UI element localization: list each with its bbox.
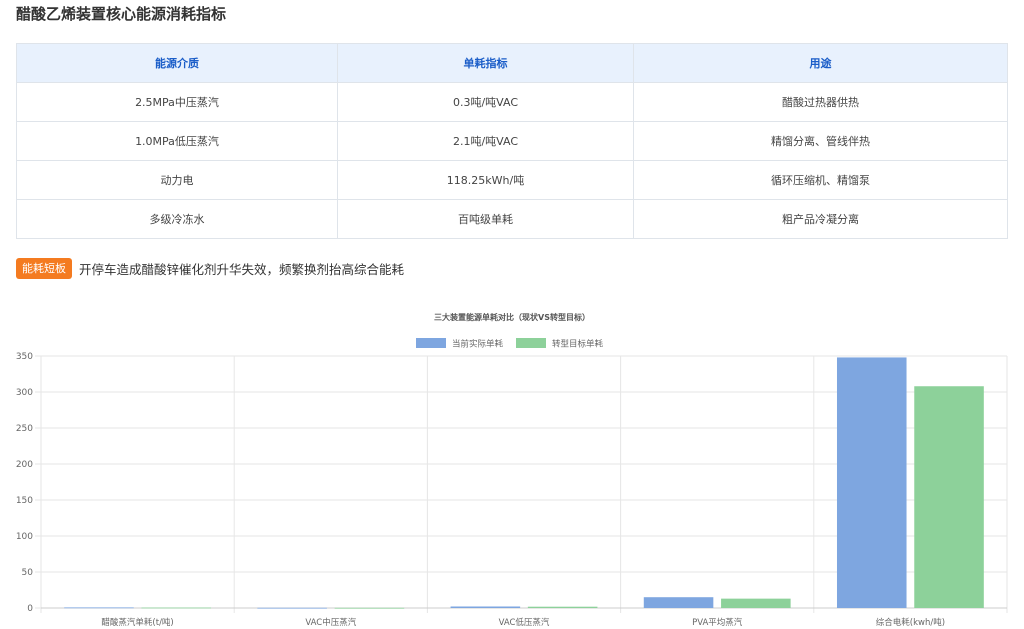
bar: [914, 386, 984, 608]
y-tick-label: 200: [16, 460, 33, 470]
bar: [721, 598, 791, 608]
table-row: 2.5MPa中压蒸汽 0.3吨/吨VAC 醋酸过热器供热: [16, 82, 1008, 122]
y-tick-label: 150: [16, 496, 33, 506]
legend-swatch: [516, 338, 546, 348]
x-tick-label: 综合电耗(kwh/吨): [876, 617, 945, 628]
table-row: 动力电 118.25kWh/吨 循环压缩机、精馏泵: [16, 160, 1008, 200]
bar: [527, 606, 598, 608]
table-cell: 循环压缩机、精馏泵: [633, 160, 1008, 200]
bar: [64, 607, 134, 609]
bar: [334, 607, 405, 609]
energy-shortfall-badge: 能耗短板: [16, 258, 72, 279]
table-cell: 精馏分离、管线伴热: [633, 121, 1008, 161]
table-header-row: 能源介质 单耗指标 用途: [16, 43, 1008, 83]
legend-swatch: [416, 338, 446, 348]
column-header: 用途: [633, 43, 1008, 83]
x-tick-label: PVA平均蒸汽: [692, 617, 743, 628]
x-tick-label: VAC低压蒸汽: [499, 617, 550, 628]
y-tick-label: 350: [16, 352, 33, 362]
bar: [836, 357, 907, 608]
note-text: 开停车造成醋酸锌催化剂升华失效，频繁换剂抬高综合能耗: [79, 262, 405, 277]
table-cell: 118.25kWh/吨: [337, 160, 634, 200]
table-cell: 动力电: [16, 160, 338, 200]
table-cell: 1.0MPa低压蒸汽: [16, 121, 338, 161]
bar: [257, 607, 327, 609]
bar: [141, 607, 212, 609]
legend-label: 当前实际单耗: [452, 339, 504, 350]
column-header: 单耗指标: [337, 43, 634, 83]
table-row: 多级冷冻水 百吨级单耗 粗产品冷凝分离: [16, 199, 1008, 239]
table-cell: 0.3吨/吨VAC: [337, 82, 634, 122]
table-cell: 粗产品冷凝分离: [633, 199, 1008, 239]
energy-table: 能源介质 单耗指标 用途 2.5MPa中压蒸汽 0.3吨/吨VAC 醋酸过热器供…: [16, 43, 1008, 239]
table-cell: 2.1吨/吨VAC: [337, 121, 634, 161]
y-tick-label: 50: [22, 568, 34, 578]
table-cell: 多级冷冻水: [16, 199, 338, 239]
bar: [643, 597, 714, 608]
column-header: 能源介质: [16, 43, 338, 83]
energy-note: 能耗短板 开停车造成醋酸锌催化剂升华失效，频繁换剂抬高综合能耗: [16, 258, 404, 279]
page-title: 醋酸乙烯装置核心能源消耗指标: [16, 5, 227, 23]
chart-ticks: 0 50 100 150 200 250 300 350 醋酸蒸汽单耗(t/吨) VAC中压蒸汽 V…: [16, 352, 945, 628]
chart-title: 三大装置能源单耗对比（现状VS转型目标）: [434, 312, 590, 322]
legend-label: 转型目标单耗: [552, 339, 604, 350]
table-cell: 醋酸过热器供热: [633, 82, 1008, 122]
y-tick-label: 250: [16, 424, 33, 434]
y-tick-label: 300: [16, 388, 33, 398]
table-cell: 2.5MPa中压蒸汽: [16, 82, 338, 122]
y-tick-label: 100: [16, 532, 33, 542]
table-cell: 百吨级单耗: [337, 199, 634, 239]
chart-bars: [64, 357, 984, 609]
x-tick-label: 醋酸蒸汽单耗(t/吨): [101, 617, 173, 628]
x-tick-label: VAC中压蒸汽: [305, 617, 356, 628]
energy-comparison-chart: 三大装置能源单耗对比（现状VS转型目标） 当前实际单耗 转型目标单耗 0 50 100…: [16, 312, 1008, 628]
y-tick-label: 0: [27, 604, 33, 614]
chart-legend: 当前实际单耗 转型目标单耗: [416, 338, 604, 350]
bar: [450, 606, 521, 608]
table-row: 1.0MPa低压蒸汽 2.1吨/吨VAC 精馏分离、管线伴热: [16, 121, 1008, 161]
